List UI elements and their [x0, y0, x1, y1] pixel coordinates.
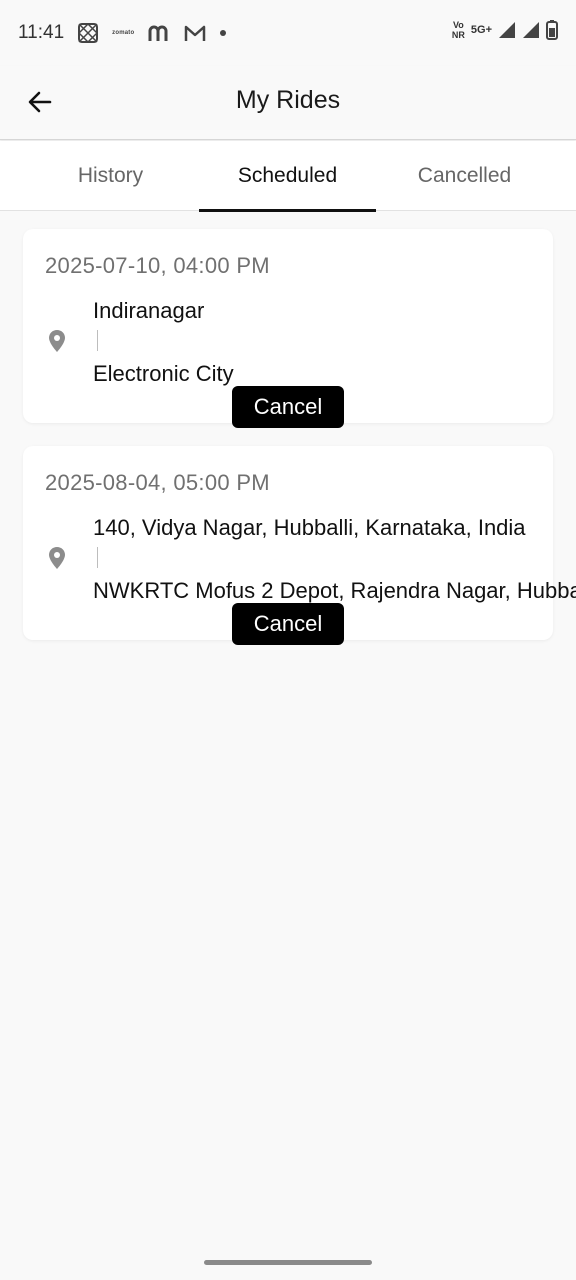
tab-bar: History Scheduled Cancelled	[0, 141, 576, 212]
ride-to: NWKRTC Mofus 2 Depot, Rajendra Nagar, Hu…	[93, 578, 576, 603]
tab-cancelled[interactable]: Cancelled	[376, 141, 553, 211]
status-bar: 11:41 zomato Vo NR 5G+	[0, 0, 576, 66]
app-bar: My Rides	[0, 66, 576, 140]
volte-indicator: Vo NR	[451, 20, 465, 40]
page-title: My Rides	[235, 86, 341, 114]
route-divider	[97, 330, 98, 351]
ride-to: Electronic City	[93, 361, 234, 386]
screen: 11:41 zomato Vo NR 5G+ My Rides History …	[0, 0, 576, 1280]
signal-icon	[522, 21, 540, 39]
tab-scheduled[interactable]: Scheduled	[199, 141, 376, 212]
m-app-icon	[148, 24, 170, 42]
tab-history[interactable]: History	[22, 141, 199, 211]
ride-card[interactable]: 2025-08-04, 05:00 PM 140, Vidya Nagar, H…	[23, 446, 576, 645]
ride-datetime: 2025-07-10, 04:00 PM	[45, 253, 270, 278]
signal-icon	[498, 21, 516, 39]
tab-scheduled-label: Scheduled	[237, 164, 338, 187]
notification-dot-icon	[220, 30, 227, 36]
ride-from: 140, Vidya Nagar, Hubballi, Karnataka, I…	[93, 515, 526, 540]
active-tab-indicator	[199, 209, 376, 212]
cancel-button[interactable]: Cancel	[232, 386, 344, 428]
home-indicator[interactable]	[204, 1260, 372, 1265]
grid-app-icon	[78, 23, 99, 43]
location-pin-icon	[49, 330, 65, 352]
route-divider	[97, 547, 98, 568]
gmail-icon	[184, 24, 206, 42]
ride-from: Indiranagar	[93, 298, 205, 323]
cancel-button[interactable]: Cancel	[232, 603, 344, 645]
status-time: 11:41	[18, 22, 65, 43]
zomato-icon: zomato	[112, 30, 135, 36]
ride-card[interactable]: 2025-07-10, 04:00 PM Indiranagar Electro…	[23, 229, 553, 428]
battery-icon	[546, 20, 558, 40]
network-type: 5G+	[470, 23, 492, 36]
